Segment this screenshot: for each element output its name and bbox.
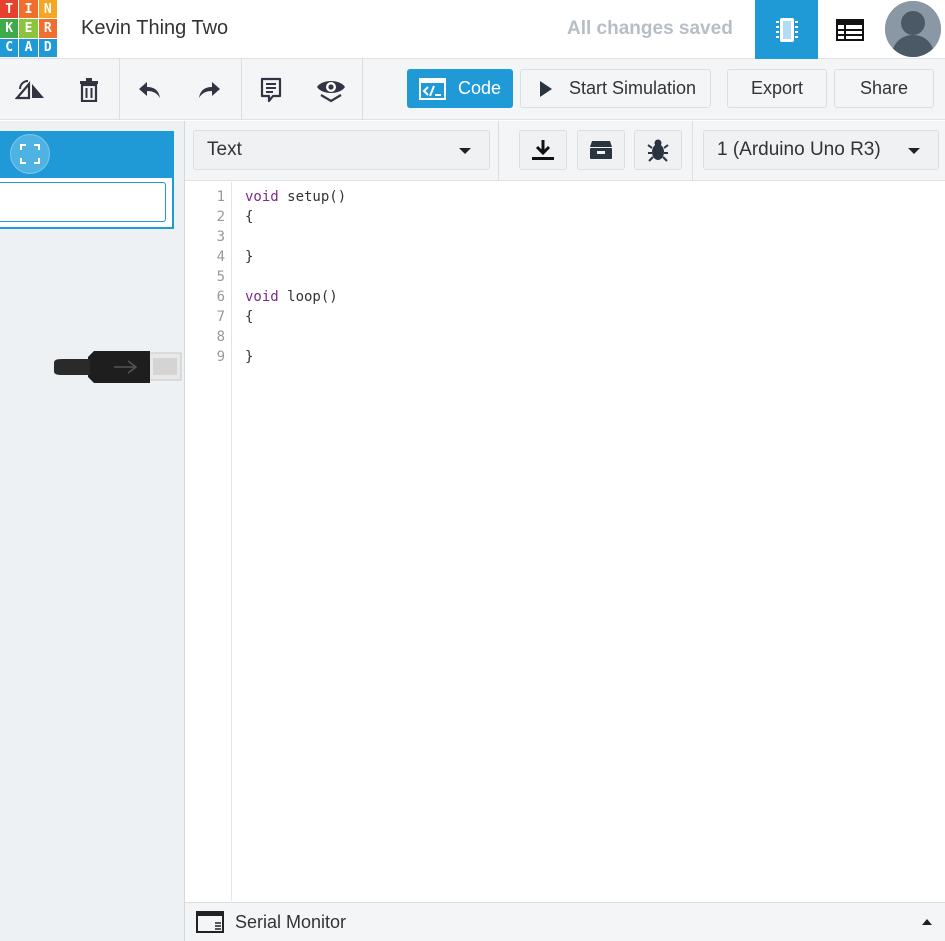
code-text: setup() xyxy=(278,189,347,205)
libraries-button[interactable] xyxy=(577,130,625,170)
logo-letter: A xyxy=(19,38,38,57)
chevron-up-icon[interactable] xyxy=(922,919,932,925)
line-number: 1 xyxy=(216,189,225,205)
line-number-gutter: 1 2 3 4 5 6 7 8 9 xyxy=(185,182,232,901)
rotate-button[interactable] xyxy=(12,73,48,107)
fit-view-button[interactable] xyxy=(10,134,50,174)
line-number: 7 xyxy=(216,309,225,325)
redo-button[interactable] xyxy=(191,73,227,107)
code-button-label: Code xyxy=(458,78,502,98)
logo-letter: N xyxy=(38,0,57,19)
code-editor[interactable]: void setup() {} void loop() {} xyxy=(245,182,935,901)
undo-button[interactable] xyxy=(132,73,168,107)
code-line: { xyxy=(245,307,935,327)
rotate-icon xyxy=(15,80,44,100)
code-keyword: void xyxy=(245,189,279,205)
component-panel xyxy=(0,131,174,229)
line-number: 2 xyxy=(216,209,225,225)
notes-button[interactable] xyxy=(253,73,289,107)
library-icon xyxy=(590,141,612,159)
code-editor-panel: Text 1 (Arduino Uno R3) 1 2 3 4 5 6 7 8 … xyxy=(184,121,945,941)
code-line: void loop() xyxy=(245,287,935,307)
line-number: 5 xyxy=(216,269,225,285)
component-panel-header xyxy=(0,133,172,178)
fit-view-icon xyxy=(20,144,40,164)
logo-letter: I xyxy=(19,0,38,19)
circuit-canvas[interactable] xyxy=(0,121,184,941)
logo-letter: D xyxy=(38,38,57,57)
code-line: { xyxy=(245,207,935,227)
undo-icon xyxy=(139,82,160,98)
toolbar-divider xyxy=(119,59,120,120)
line-number: 4 xyxy=(216,249,225,265)
code-text: } xyxy=(245,349,254,365)
usb-cable xyxy=(54,351,182,383)
code-mode-select[interactable]: Text xyxy=(193,130,490,170)
breadboard-icon xyxy=(775,17,798,42)
main-toolbar: Code Start Simulation Export Share xyxy=(0,59,945,120)
code-line: } xyxy=(245,347,935,367)
visibility-button[interactable] xyxy=(313,73,349,107)
serial-window-icon xyxy=(196,911,224,933)
save-status: All changes saved xyxy=(567,18,733,39)
component-list-button[interactable] xyxy=(818,0,881,59)
line-number: 6 xyxy=(216,289,225,305)
logo-letter: C xyxy=(0,38,19,57)
board-select[interactable]: 1 (Arduino Uno R3) xyxy=(703,130,939,170)
code-window-icon xyxy=(419,77,446,100)
avatar-silhouette-icon xyxy=(885,1,941,57)
top-header: TINKERCAD Kevin Thing Two All changes sa… xyxy=(0,0,945,59)
code-line: void setup() xyxy=(245,187,935,207)
code-text: { xyxy=(245,309,254,325)
code-text: { xyxy=(245,209,254,225)
eye-icon xyxy=(317,81,345,103)
serial-monitor-bar[interactable]: Serial Monitor xyxy=(185,902,945,941)
line-number: 3 xyxy=(216,229,225,245)
bug-icon xyxy=(647,139,669,162)
component-search-input[interactable] xyxy=(0,182,166,222)
code-line: } xyxy=(245,247,935,267)
notes-icon xyxy=(260,77,282,103)
circuit-view-button[interactable] xyxy=(755,0,818,59)
code-button[interactable]: Code xyxy=(407,69,513,108)
project-title[interactable]: Kevin Thing Two xyxy=(81,17,228,40)
logo-letter: R xyxy=(38,19,57,38)
code-toolbar: Text 1 (Arduino Uno R3) xyxy=(185,121,945,181)
code-toolbar-divider xyxy=(692,121,693,181)
redo-icon xyxy=(199,82,220,98)
debugger-button[interactable] xyxy=(634,130,682,170)
serial-monitor-label: Serial Monitor xyxy=(235,911,347,932)
code-text: } xyxy=(245,249,254,265)
start-simulation-label: Start Simulation xyxy=(569,78,697,98)
code-mode-value: Text xyxy=(207,139,242,160)
tinkercad-logo[interactable]: TINKERCAD xyxy=(0,0,57,57)
delete-button[interactable] xyxy=(71,73,107,107)
download-icon xyxy=(532,140,554,160)
download-code-button[interactable] xyxy=(519,130,567,170)
logo-letter: E xyxy=(19,19,38,38)
code-keyword: void xyxy=(245,289,279,305)
user-avatar[interactable] xyxy=(885,1,941,57)
trash-icon xyxy=(80,78,98,102)
board-select-value: 1 (Arduino Uno R3) xyxy=(717,139,881,160)
play-icon xyxy=(540,80,552,97)
toolbar-divider xyxy=(241,59,242,120)
export-button[interactable]: Export xyxy=(727,69,827,108)
chevron-down-icon xyxy=(459,148,471,154)
toolbar-divider xyxy=(362,59,363,120)
table-list-icon xyxy=(835,18,864,41)
code-toolbar-divider xyxy=(498,121,499,181)
share-button[interactable]: Share xyxy=(834,69,934,108)
logo-letter: T xyxy=(0,0,19,19)
line-number: 9 xyxy=(216,349,225,365)
line-number: 8 xyxy=(216,329,225,345)
logo-letter: K xyxy=(0,19,19,38)
start-simulation-button[interactable]: Start Simulation xyxy=(520,69,711,108)
chevron-down-icon xyxy=(908,148,920,154)
code-text: loop() xyxy=(278,289,338,305)
